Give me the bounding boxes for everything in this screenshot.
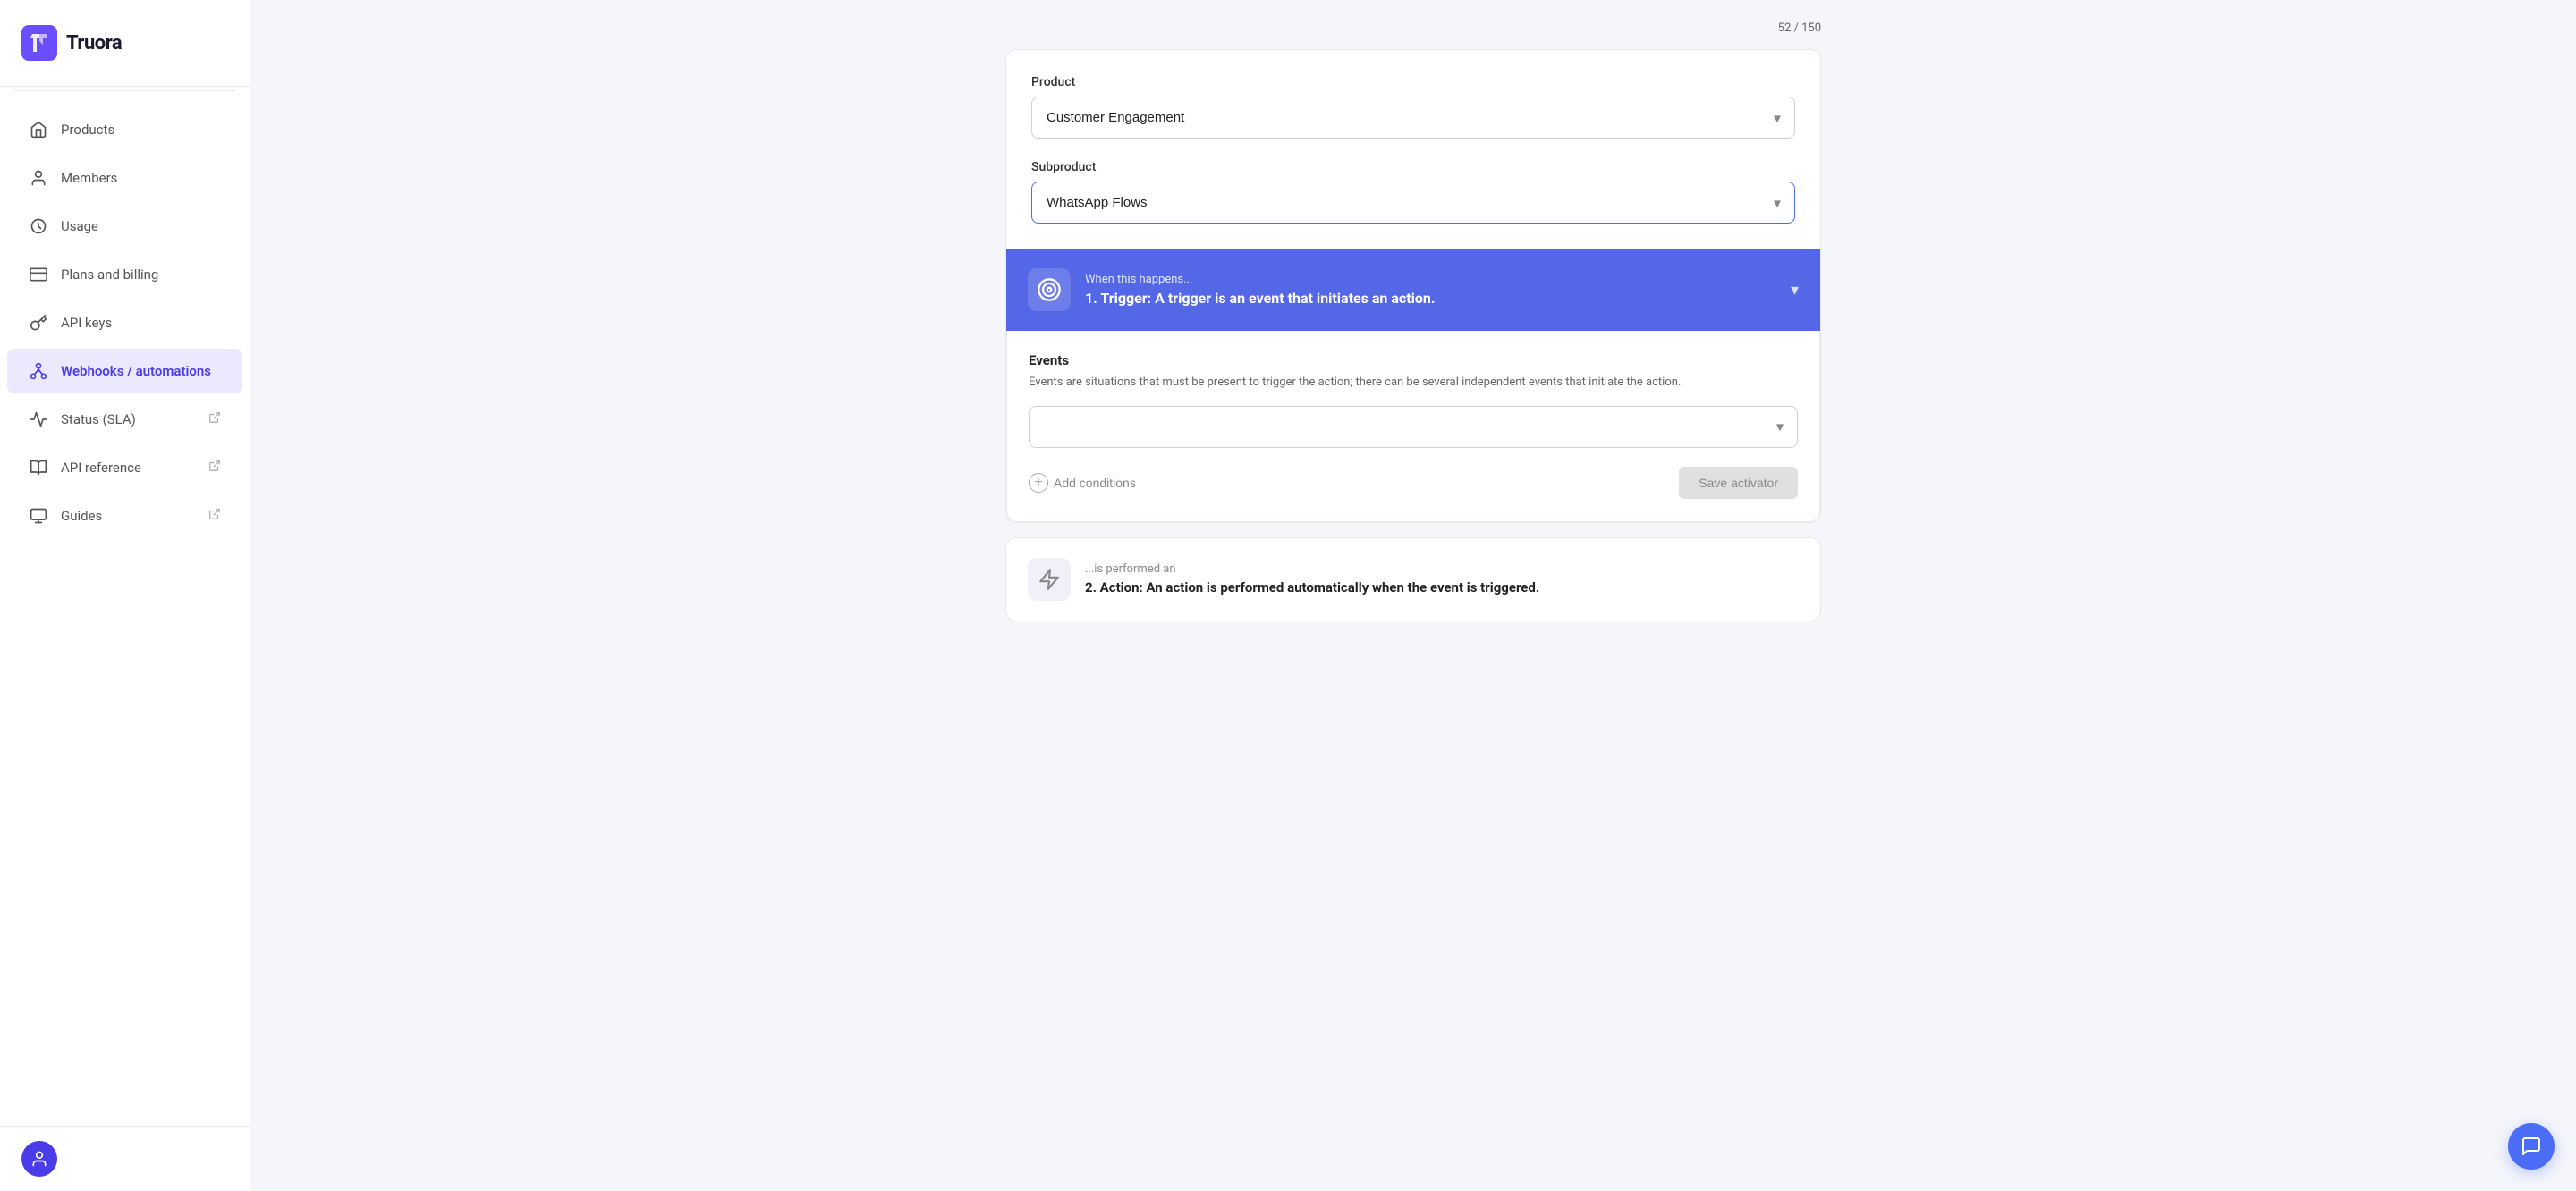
key-icon [29,313,48,333]
sidebar-item-usage[interactable]: Usage [7,204,242,249]
trigger-header[interactable]: When this happens... 1. Trigger: A trigg… [1006,249,1820,331]
trigger-icon-wrap [1028,268,1071,311]
chat-icon [2521,1136,2542,1157]
add-conditions-label: Add conditions [1054,476,1136,490]
trigger-subtitle: When this happens... [1085,273,1776,286]
events-title: Events [1029,352,1798,368]
trigger-text: When this happens... 1. Trigger: A trigg… [1085,273,1776,307]
sidebar-item-guides[interactable]: Guides [7,494,242,538]
truora-logo-icon [21,25,57,61]
sidebar-item-webhooks-label: Webhooks / automations [61,363,211,379]
sidebar-item-products[interactable]: Products [7,107,242,152]
events-select[interactable] [1029,406,1798,448]
sidebar-item-guides-label: Guides [61,508,102,524]
sidebar-item-plans-billing-label: Plans and billing [61,266,158,283]
action-header: ...is performed an 2. Action: An action … [1006,538,1820,621]
sidebar-item-members-label: Members [61,170,117,186]
trigger-chevron-icon[interactable]: ▾ [1791,281,1799,300]
sidebar-item-products-label: Products [61,122,114,138]
sidebar-item-usage-label: Usage [61,218,98,234]
external-link-icon-api [208,460,221,476]
sidebar-logo: Truora [0,0,250,87]
product-select-wrapper: Customer Engagement Identity Verificatio… [1031,97,1795,139]
guides-icon [29,506,48,526]
product-form-card: Product Customer Engagement Identity Ver… [1005,49,1821,523]
external-link-icon-guides [208,508,221,524]
action-text: ...is performed an 2. Action: An action … [1085,562,1799,596]
sidebar-divider [14,90,235,91]
bolt-icon [1038,568,1061,591]
sidebar-item-plans-billing[interactable]: Plans and billing [7,252,242,297]
card-icon [29,265,48,284]
counter-text: 52 / 150 [1778,21,1821,35]
trigger-card: When this happens... 1. Trigger: A trigg… [1006,249,1820,331]
main-content: 52 / 150 Product Customer Engagement Ide… [250,0,2576,1191]
events-description: Events are situations that must be prese… [1029,374,1798,392]
sidebar: Truora Products Members [0,0,250,1191]
events-section: Events Events are situations that must b… [1006,331,1820,522]
chart-icon [29,410,48,429]
product-label: Product [1031,75,1795,89]
events-footer: + Add conditions Save activator [1029,466,1798,500]
webhook-icon [29,361,48,381]
sidebar-nav: Products Members Usage [0,95,250,1126]
subproduct-select[interactable]: WhatsApp Flows SMS Email Push Notificati… [1031,182,1795,224]
action-card: ...is performed an 2. Action: An action … [1005,537,1821,621]
target-icon [1037,277,1062,302]
product-select[interactable]: Customer Engagement Identity Verificatio… [1031,97,1795,139]
external-link-icon-sla [208,411,221,427]
trigger-title: 1. Trigger: A trigger is an event that i… [1085,290,1776,307]
subproduct-label: Subproduct [1031,160,1795,174]
subproduct-select-wrapper: WhatsApp Flows SMS Email Push Notificati… [1031,182,1795,224]
add-conditions-button[interactable]: + Add conditions [1029,466,1136,500]
sidebar-item-members[interactable]: Members [7,156,242,200]
book-icon [29,458,48,477]
sidebar-item-api-reference-label: API reference [61,460,141,476]
events-select-wrapper: ▾ [1029,406,1798,448]
logo-text: Truora [66,32,122,55]
action-title: 2. Action: An action is performed automa… [1085,579,1799,596]
home-icon [29,120,48,139]
sidebar-item-api-keys[interactable]: API keys [7,300,242,345]
sidebar-item-status-sla[interactable]: Status (SLA) [7,397,242,442]
sidebar-item-status-sla-label: Status (SLA) [61,411,136,427]
sidebar-bottom [0,1126,250,1191]
sidebar-item-api-keys-label: API keys [61,315,112,331]
user-avatar[interactable] [21,1141,57,1177]
action-icon-wrap [1028,558,1071,601]
action-subtitle: ...is performed an [1085,562,1799,576]
user-icon [29,168,48,188]
gauge-icon [29,216,48,236]
sidebar-item-webhooks[interactable]: Webhooks / automations [7,349,242,393]
counter-row: 52 / 150 [1005,21,1821,35]
chat-button[interactable] [2508,1123,2555,1170]
sidebar-item-api-reference[interactable]: API reference [7,445,242,490]
save-activator-button[interactable]: Save activator [1679,467,1798,499]
save-activator-label: Save activator [1699,476,1778,490]
plus-circle-icon: + [1029,473,1048,493]
